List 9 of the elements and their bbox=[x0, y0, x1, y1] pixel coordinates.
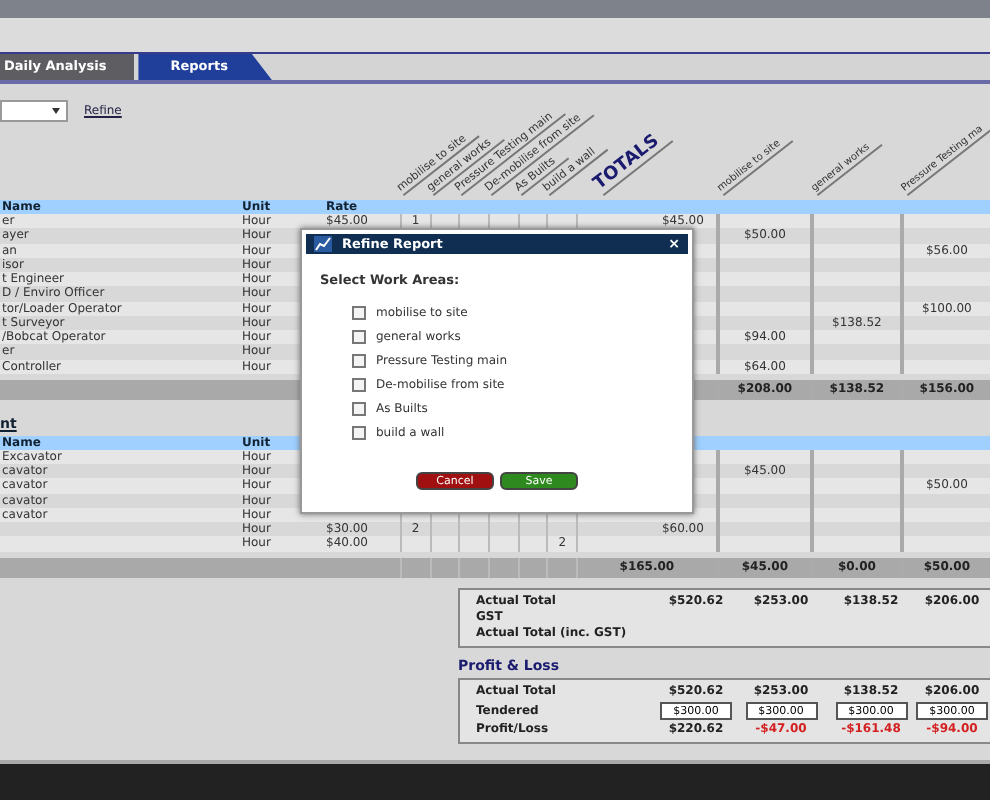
caret-icon bbox=[52, 107, 60, 113]
checkbox[interactable] bbox=[352, 425, 366, 439]
chart-icon bbox=[314, 236, 332, 252]
checkbox[interactable] bbox=[352, 377, 366, 391]
checkbox[interactable] bbox=[352, 305, 366, 319]
checkbox[interactable] bbox=[352, 329, 366, 343]
checkbox[interactable] bbox=[352, 353, 366, 367]
dropdown[interactable] bbox=[0, 99, 68, 121]
checkbox[interactable] bbox=[352, 401, 366, 415]
